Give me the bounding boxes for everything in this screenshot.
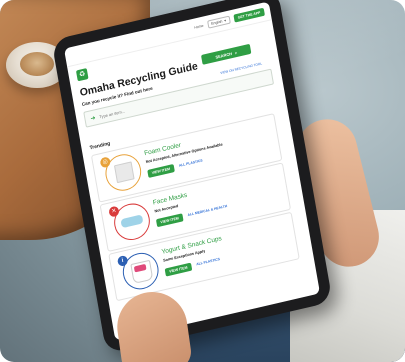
search-icon: ⌕ (234, 49, 238, 55)
category-link[interactable]: ALL MEDICAL & HEALTH (187, 204, 227, 217)
category-link[interactable]: ALL PLASTICS (196, 257, 220, 266)
arrow-right-icon: ➜ (90, 114, 96, 122)
item-name: Face Masks (152, 191, 188, 207)
language-select[interactable]: English ▾ (206, 15, 231, 29)
foam-cooler-image (113, 161, 135, 184)
search-button[interactable]: SEARCH ⌕ (200, 43, 252, 65)
chevron-down-icon: ▾ (224, 18, 227, 23)
photo-scene: Home English ▾ GET THE APP ♻ Omaha Recyc… (0, 0, 405, 362)
tablet-screen: Home English ▾ GET THE APP ♻ Omaha Recyc… (63, 1, 321, 341)
item-thumbnail (102, 150, 144, 195)
search-placeholder: Type an item... (98, 108, 126, 119)
search-button-label: SEARCH (214, 50, 233, 60)
view-item-button[interactable]: VIEW ITEM (147, 164, 175, 178)
language-value: English (210, 19, 223, 26)
view-item-button[interactable]: VIEW ITEM (155, 213, 184, 228)
recycle-bin-logo-icon[interactable]: ♻ (75, 68, 89, 82)
item-thumbnail (120, 249, 162, 293)
face-mask-image (120, 214, 144, 229)
category-link[interactable]: ALL PLASTICS (179, 158, 203, 167)
get-app-button[interactable]: GET THE APP (233, 7, 265, 23)
item-thumbnail (111, 199, 153, 244)
trending-heading: Trending (89, 140, 111, 152)
coffee (20, 52, 54, 76)
view-item-button[interactable]: VIEW ITEM (164, 262, 193, 277)
home-link[interactable]: Home (194, 24, 204, 30)
yogurt-cup-image (130, 259, 154, 284)
